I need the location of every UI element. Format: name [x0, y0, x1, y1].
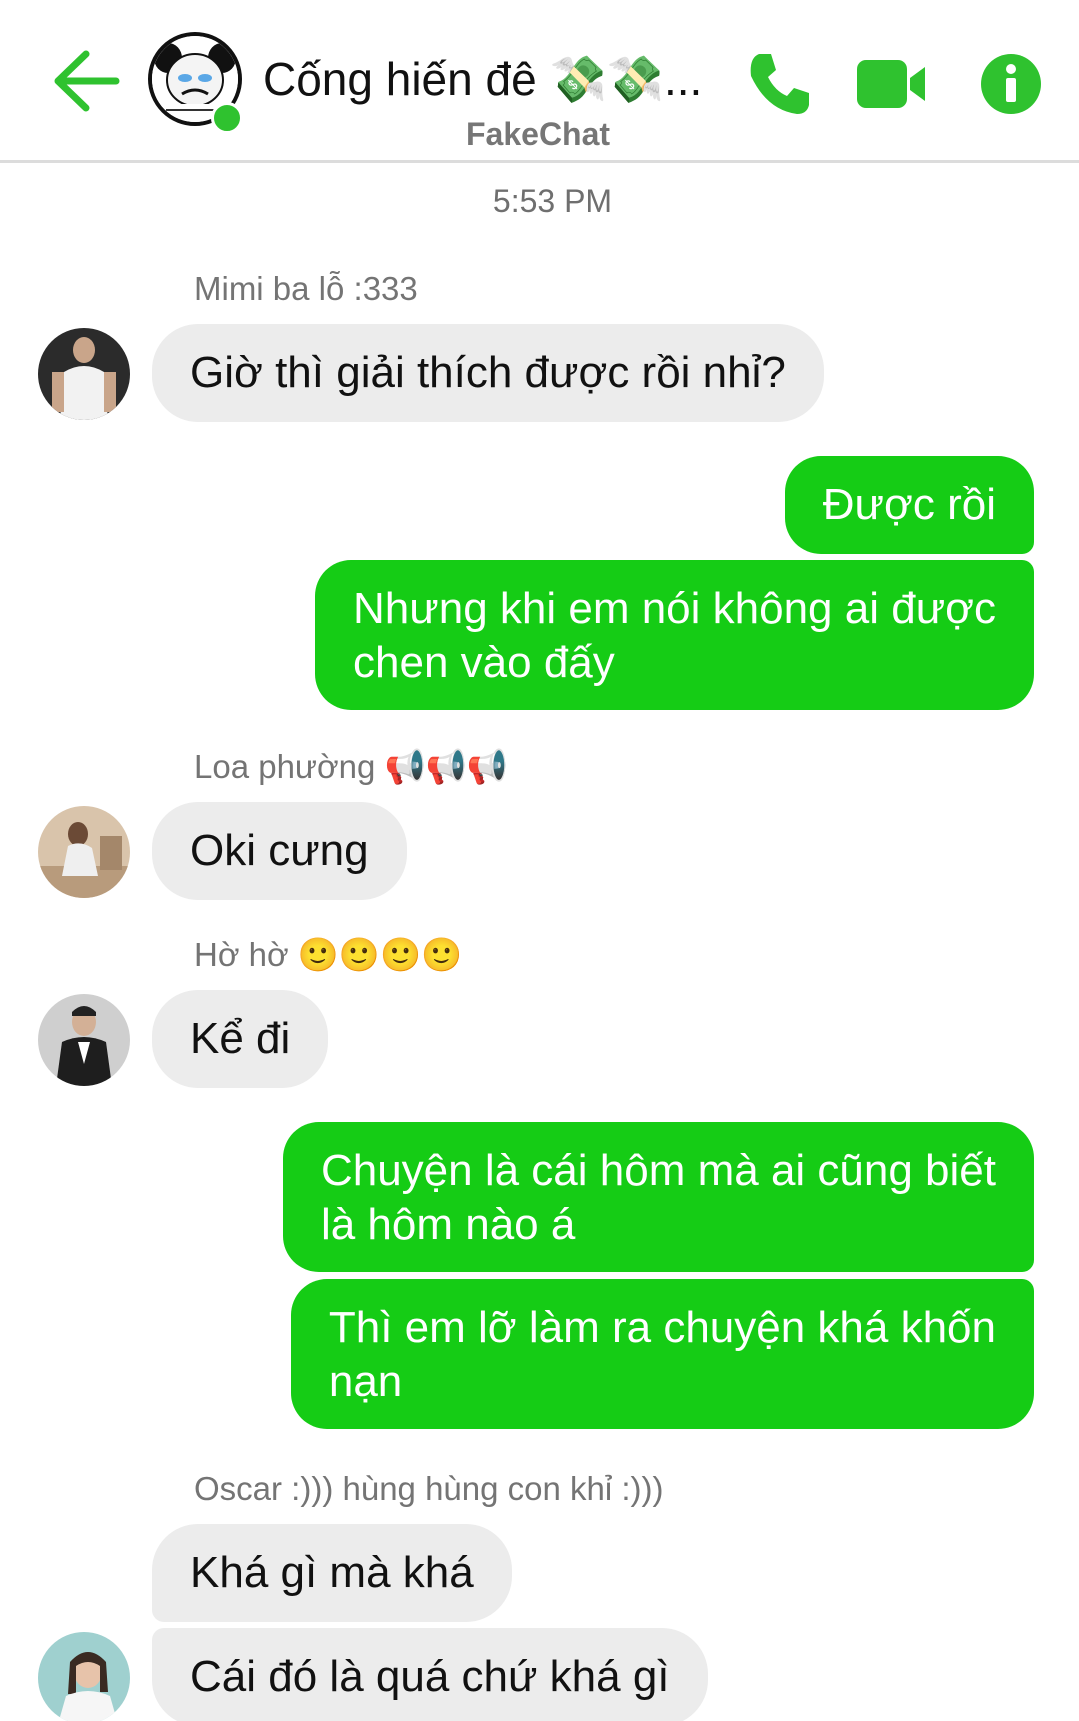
online-status-dot	[211, 102, 243, 134]
message-bubble-outgoing[interactable]: Nhưng khi em nói không ai được chen vào …	[315, 560, 1034, 710]
message-bubble-incoming[interactable]: Cái đó là quá chứ khá gì	[152, 1628, 708, 1721]
chat-header: Cống hiến đê 💸💸... FakeChat	[0, 0, 1079, 163]
message-line: Nhưng khi em nói không ai được	[353, 584, 996, 633]
message-line: Thì em lỡ làm ra chuyện khá khốn	[328, 1303, 996, 1352]
message-timestamp: 5:53 PM	[492, 183, 613, 219]
avatar[interactable]	[38, 806, 130, 898]
back-arrow-icon[interactable]	[50, 48, 120, 114]
chat-screen: Cống hiến đê 💸💸... FakeChat 5:53 PM Mimi…	[0, 0, 1079, 1721]
phone-icon[interactable]	[745, 50, 813, 118]
info-icon[interactable]	[980, 53, 1042, 115]
message-line: Chuyện là cái hôm mà ai cũng biết	[320, 1146, 996, 1195]
message-bubble-outgoing[interactable]: Được rồi	[784, 456, 1034, 554]
message-bubble-incoming[interactable]: Kể đi	[152, 990, 329, 1088]
message-bubble-incoming[interactable]: Khá gì mà khá	[152, 1524, 512, 1622]
sender-name: Oscar :))) hùng hùng con khỉ :)))	[194, 1470, 664, 1507]
chat-title[interactable]: Cống hiến đê 💸💸...	[263, 52, 713, 107]
video-camera-icon[interactable]	[855, 50, 927, 118]
message-line: chen vào đấy	[353, 638, 615, 687]
sender-name: Hờ hờ 🙂🙂🙂🙂	[194, 936, 463, 973]
message-bubble-incoming[interactable]: Oki cưng	[152, 802, 407, 900]
avatar[interactable]	[38, 1632, 130, 1721]
message-bubble-outgoing[interactable]: Chuyện là cái hôm mà ai cũng biết là hôm…	[282, 1122, 1034, 1272]
message-bubble-incoming[interactable]: Giờ thì giải thích được rồi nhỉ?	[152, 324, 824, 422]
avatar[interactable]	[38, 994, 130, 1086]
message-bubble-outgoing[interactable]: Thì em lỡ làm ra chuyện khá khốn nạn	[290, 1279, 1034, 1429]
message-line: là hôm nào á	[320, 1200, 576, 1249]
sender-name: Mimi ba lỗ :333	[194, 270, 418, 307]
sender-name: Loa phường 📢📢📢	[194, 748, 508, 785]
message-line: nạn	[328, 1357, 403, 1406]
chat-subtitle: FakeChat	[466, 116, 611, 152]
avatar[interactable]	[38, 328, 130, 420]
